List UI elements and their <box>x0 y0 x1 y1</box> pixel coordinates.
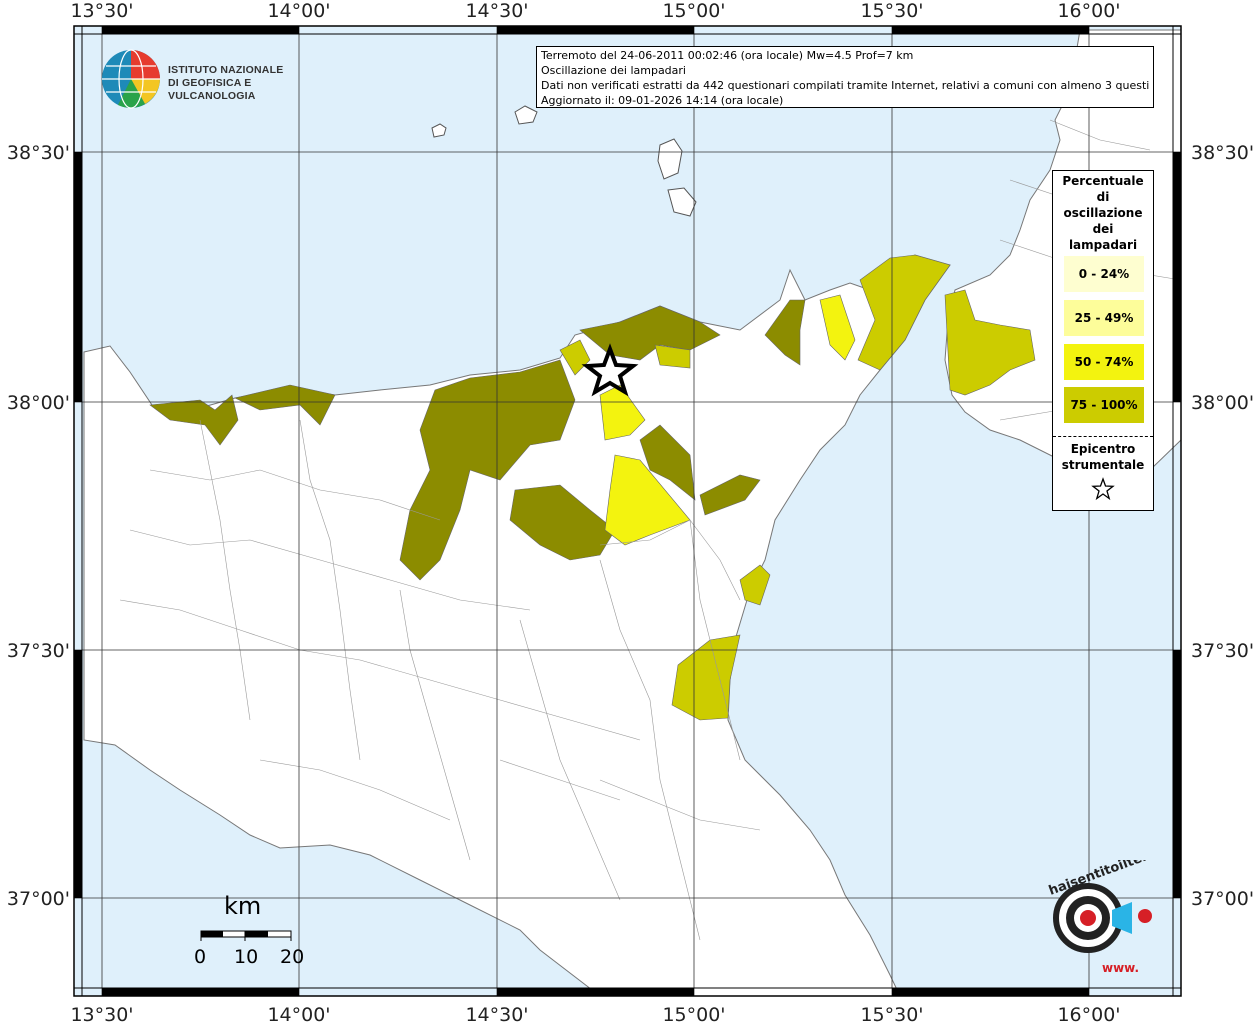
ingv-logo-line2: DI GEOFISICA E VULCANOLOGIA <box>168 77 256 102</box>
island-lipari <box>657 138 683 180</box>
lat-label-right: 38°00' <box>1191 392 1254 414</box>
updated-timestamp: Aggiornato il: 09-01-2026 14:14 (ora loc… <box>541 94 784 107</box>
scale-tick-10: 10 <box>234 946 259 968</box>
haisentitoilterremoto-logo: haisentitoilterremoto.it www. <box>1032 826 1215 980</box>
haisentitoilterremoto-icon: haisentitoilterremoto.it www. <box>1047 826 1215 975</box>
scale-tick-0: 0 <box>194 946 207 968</box>
legend-title-line: di <box>1096 190 1110 204</box>
lat-label-left: 38°30' <box>7 142 70 164</box>
legend-item-25-49: 25 - 49% <box>1064 300 1144 336</box>
lat-label-left: 38°00' <box>7 392 70 414</box>
lon-label-top: 16°00' <box>1057 0 1120 22</box>
legend-title-line: oscillazione <box>1063 206 1143 220</box>
lon-label-top: 14°00' <box>267 0 330 22</box>
scale-bar-graphic <box>200 930 292 941</box>
map-subject: Oscillazione dei lampadari <box>541 64 686 77</box>
latitude-labels-right: 38°30' 38°00' 37°30' 37°00' <box>1191 142 1254 910</box>
lat-label-left: 37°30' <box>7 640 70 662</box>
lon-label-top: 15°30' <box>860 0 923 22</box>
ingv-logo-line1: ISTITUTO NAZIONALE <box>168 64 284 76</box>
lon-label-bottom: 15°00' <box>662 1004 725 1024</box>
lon-label-bottom: 14°30' <box>465 1004 528 1024</box>
legend-divider <box>1053 436 1153 437</box>
scale-bar: km 0 10 20 <box>190 892 320 972</box>
lat-label-right: 37°30' <box>1191 640 1254 662</box>
longitude-labels-top: 13°30' 14°00' 14°30' 15°00' 15°30' 16°00… <box>70 0 1120 22</box>
lon-label-top: 13°30' <box>70 0 133 22</box>
ingv-logo-text: ISTITUTO NAZIONALE DI GEOFISICA E VULCAN… <box>168 64 320 103</box>
legend-title: Percentuale di oscillazione dei lampadar… <box>1053 171 1153 253</box>
event-title: Terremoto del 24-06-2011 00:02:46 (ora l… <box>541 49 914 62</box>
scale-tick-20: 20 <box>280 946 305 968</box>
legend-star-icon <box>1091 477 1115 501</box>
scale-unit: km <box>224 892 262 920</box>
lon-label-bottom: 16°00' <box>1057 1004 1120 1024</box>
legend-epicenter-line: strumentale <box>1061 458 1145 472</box>
legend-item-75-100: 75 - 100% <box>1064 387 1144 423</box>
watermark-www: www. <box>1102 961 1139 975</box>
legend-epicenter-label: Epicentro strumentale <box>1053 441 1153 473</box>
lat-label-right: 37°00' <box>1191 888 1254 910</box>
legend-title-line: lampadari <box>1068 238 1138 252</box>
legend-item-50-74: 50 - 74% <box>1064 344 1144 380</box>
lon-label-bottom: 13°30' <box>70 1004 133 1024</box>
latitude-labels-left: 38°30' 38°00' 37°30' 37°00' <box>7 142 70 910</box>
lon-label-top: 15°00' <box>662 0 725 22</box>
legend-title-line: dei <box>1092 222 1114 236</box>
longitude-labels-bottom: 13°30' 14°00' 14°30' 15°00' 15°30' 16°00… <box>70 1004 1120 1024</box>
event-info-box: Terremoto del 24-06-2011 00:02:46 (ora l… <box>536 46 1154 108</box>
data-note: Dati non verificati estratti da 442 ques… <box>541 79 1149 92</box>
lon-label-top: 14°30' <box>465 0 528 22</box>
legend-item-0-24: 0 - 24% <box>1064 256 1144 292</box>
ingv-globe-icon <box>102 49 160 109</box>
lon-label-bottom: 14°00' <box>267 1004 330 1024</box>
ingv-logo: ISTITUTO NAZIONALE DI GEOFISICA E VULCAN… <box>100 48 320 110</box>
legend-epicenter-line: Epicentro <box>1070 442 1136 456</box>
legend: Percentuale di oscillazione dei lampadar… <box>1052 170 1154 511</box>
lat-label-left: 37°00' <box>7 888 70 910</box>
lon-label-bottom: 15°30' <box>860 1004 923 1024</box>
lat-label-right: 38°30' <box>1191 142 1254 164</box>
legend-title-line: Percentuale <box>1062 174 1144 188</box>
